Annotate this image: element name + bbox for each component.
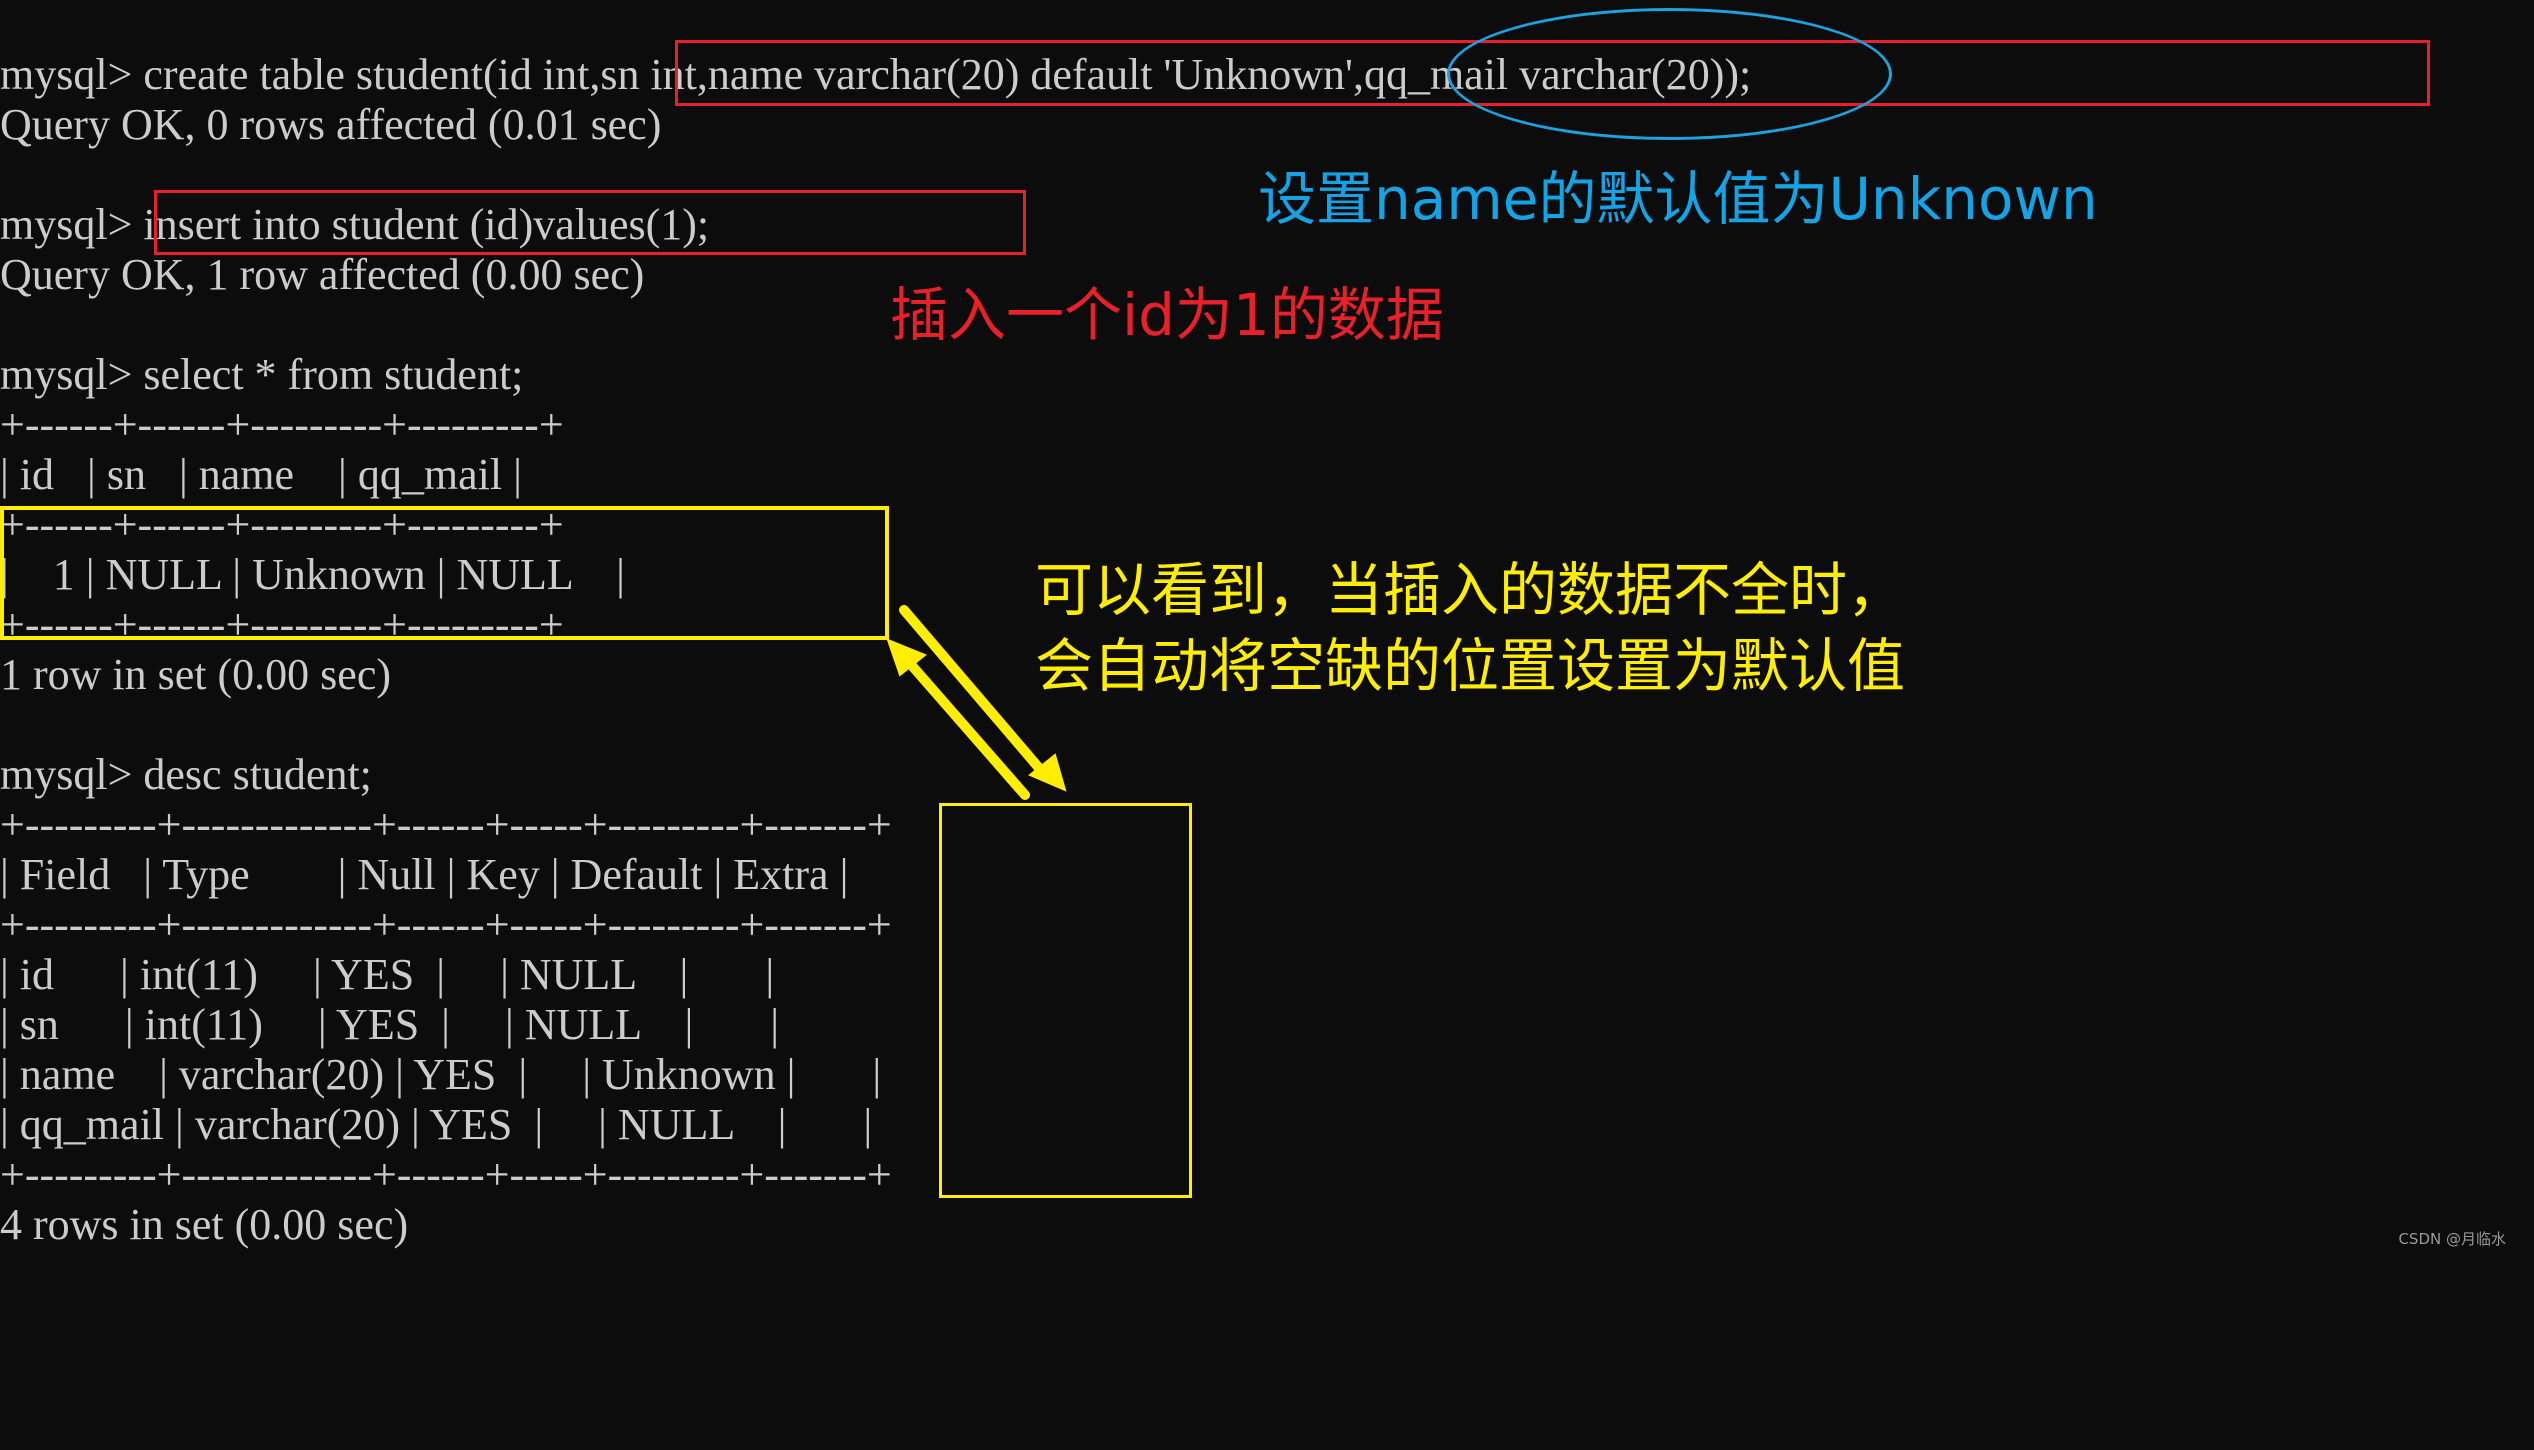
- desc-border-top: +---------+-------------+------+-----+--…: [0, 800, 892, 849]
- desc-row: | name | varchar(20) | YES | | Unknown |…: [0, 1050, 882, 1099]
- mysql-prompt: mysql>: [0, 50, 144, 99]
- command-line-desc: mysql> desc student;: [0, 750, 372, 800]
- annotation-yellow-note-line2: 会自动将空缺的位置设置为默认值: [1035, 632, 1906, 700]
- mysql-prompt: mysql>: [0, 350, 144, 399]
- desc-separator: +---------+-------------+------+-----+--…: [0, 900, 892, 949]
- result-line-create: Query OK, 0 rows affected (0.01 sec): [0, 100, 662, 149]
- arrow-up-icon: [895, 647, 1030, 800]
- watermark: CSDN @月临水: [2398, 1230, 2506, 1248]
- desc-row: | sn | int(11) | YES | | NULL | |: [0, 1000, 780, 1049]
- mysql-prompt: mysql>: [0, 200, 144, 249]
- arrow-up-head: [886, 638, 927, 677]
- table-border-top: +------+------+---------+---------+: [0, 400, 564, 449]
- select-footer: 1 row in set (0.00 sec): [0, 650, 392, 699]
- highlight-box-insert: [154, 190, 1026, 255]
- highlight-box-result-row: [0, 506, 889, 640]
- annotation-blue-note: 设置name的默认值为Unknown: [1258, 165, 2098, 233]
- arrow-down-icon: [899, 605, 1050, 780]
- arrow-down-head: [1028, 753, 1067, 792]
- annotation-yellow-note-line1: 可以看到，当插入的数据不全时，: [1035, 556, 1906, 624]
- desc-row: | qq_mail | varchar(20) | YES | | NULL |…: [0, 1100, 873, 1149]
- desc-header-row: | Field | Type | Null | Key | Default | …: [0, 850, 849, 899]
- desc-footer: 4 rows in set (0.00 sec): [0, 1200, 409, 1249]
- desc-border-bottom: +---------+-------------+------+-----+--…: [0, 1150, 892, 1199]
- mysql-prompt: mysql>: [0, 750, 144, 799]
- command-text: desc student;: [143, 750, 372, 799]
- result-line-insert: Query OK, 1 row affected (0.00 sec): [0, 250, 645, 299]
- table-header-row: | id | sn | name | qq_mail |: [0, 450, 522, 499]
- highlight-ellipse-default: [1447, 8, 1892, 140]
- annotation-red-note: 插入一个id为1的数据: [890, 281, 1444, 349]
- command-text: select * from student;: [143, 350, 524, 399]
- desc-row: | id | int(11) | YES | | NULL | |: [0, 950, 775, 999]
- command-line-select: mysql> select * from student;: [0, 350, 523, 400]
- highlight-box-default-column: [939, 803, 1192, 1198]
- terminal-output: mysql> create table student(id int,sn in…: [0, 0, 1751, 1450]
